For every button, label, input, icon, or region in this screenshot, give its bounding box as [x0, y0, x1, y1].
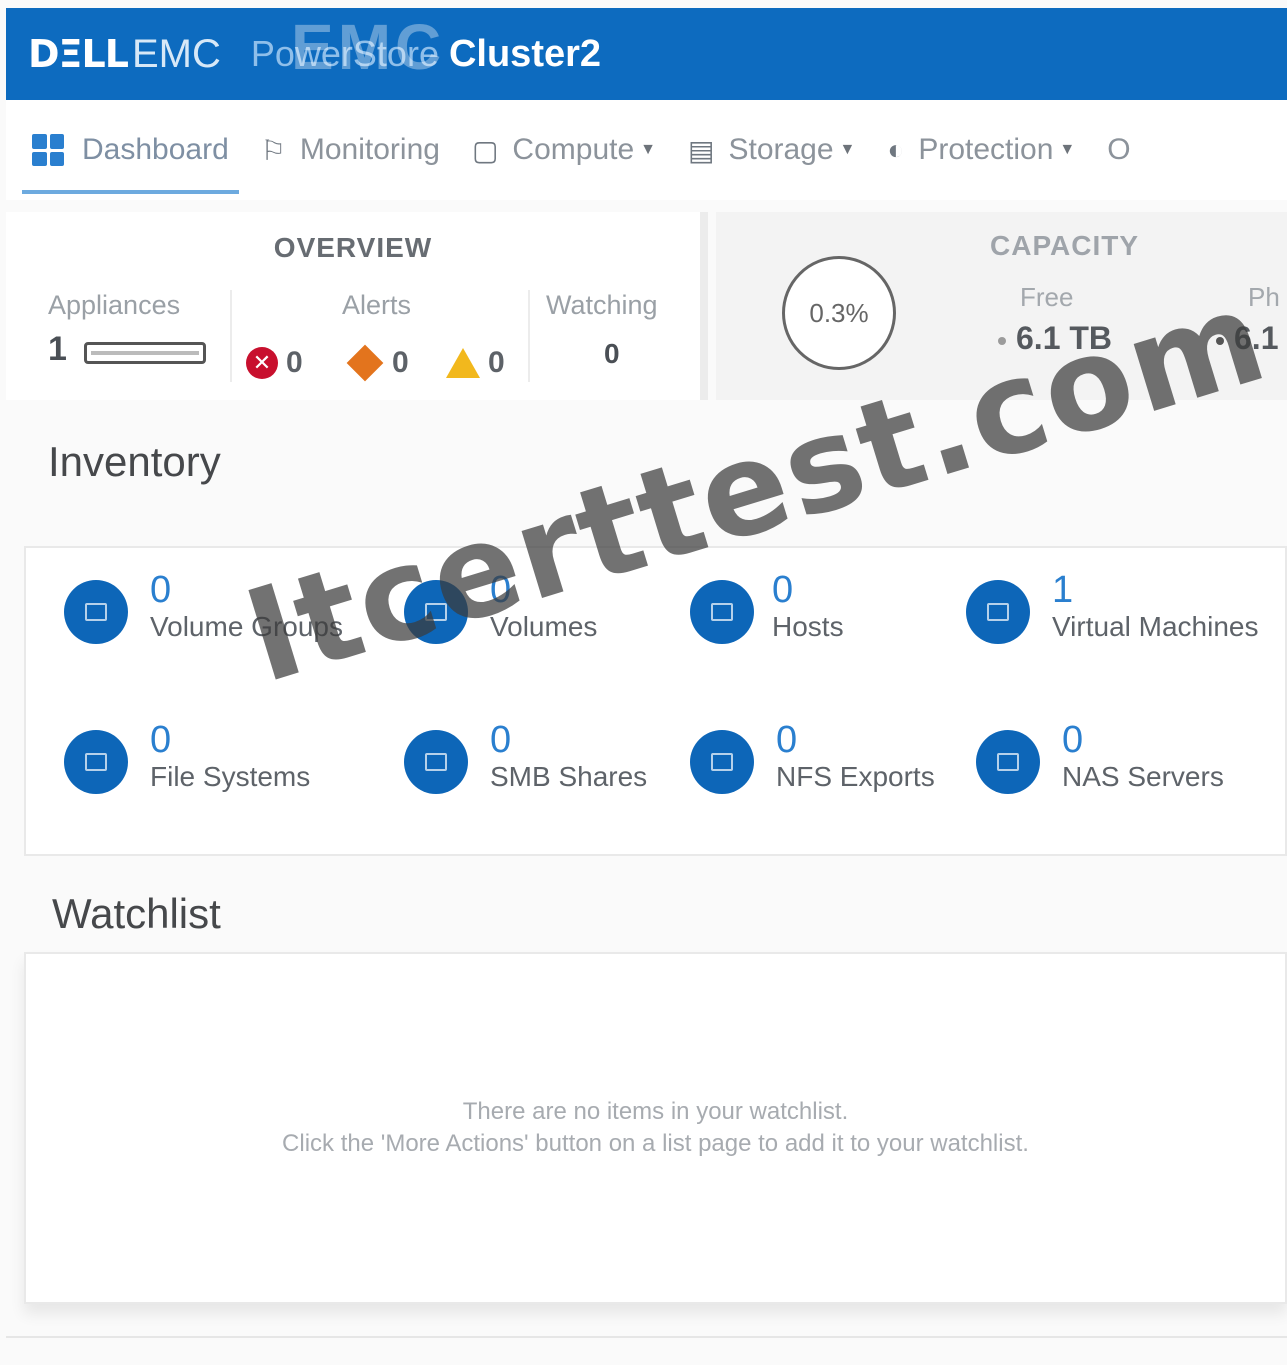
inventory-panel: 0 Volume Groups 0 Volumes 0 Hosts 1 Virtual …: [24, 546, 1287, 856]
tab-storage-label: Storage: [728, 133, 834, 166]
inventory-count: 0: [150, 569, 172, 611]
inventory-count: 0: [490, 569, 512, 611]
product-name: PowerStore: [250, 33, 439, 74]
tab-protection[interactable]: ◐ Protection ▼: [877, 120, 1085, 180]
watchlist-empty-message: There are no items in your watchlist.: [462, 1098, 849, 1125]
alerts-critical[interactable]: ✕ 0: [246, 346, 303, 380]
dell-logo: DΞLL: [28, 32, 129, 76]
virtual-machines-icon: [966, 580, 1030, 644]
inventory-count: 0: [776, 719, 798, 761]
inventory-item-nas-servers[interactable]: 0 NAS Servers: [976, 720, 1224, 794]
tab-monitoring[interactable]: ⚐ Monitoring: [251, 120, 450, 180]
inventory-count: 0: [772, 569, 794, 611]
alerts-critical-count: 0: [286, 346, 303, 379]
divider: [528, 290, 530, 382]
watchlist-title: Watchlist: [52, 890, 221, 937]
tab-dashboard-label: Dashboard: [82, 133, 229, 166]
nfs-exports-icon: [690, 730, 754, 794]
inventory-item-volumes[interactable]: 0 Volumes: [404, 570, 597, 644]
file-systems-icon: [64, 730, 128, 794]
compute-icon: ▢: [471, 134, 499, 166]
inventory-item-smb-shares[interactable]: 0 SMB Shares: [404, 720, 647, 794]
tab-storage[interactable]: ▤ Storage ▼: [678, 120, 865, 180]
inventory-count: 0: [1062, 719, 1084, 761]
inventory-item-virtual-machines[interactable]: 1 Virtual Machines: [966, 570, 1258, 644]
capacity-card: CAPACITY 0.3% Free 6.1 TB Ph 6.1: [716, 212, 1287, 400]
alerts-major[interactable]: 0: [346, 344, 409, 382]
inventory-item-hosts[interactable]: 0 Hosts: [690, 570, 844, 644]
physical-value-text: 6.1: [1234, 320, 1279, 356]
inventory-label: Virtual Machines: [1052, 611, 1259, 642]
inventory-item-nfs-exports[interactable]: 0 NFS Exports: [690, 720, 935, 794]
inventory-count: 0: [490, 719, 512, 761]
capacity-title: CAPACITY: [990, 230, 1140, 261]
footer-divider: [6, 1336, 1287, 1338]
chevron-down-icon: ▼: [640, 141, 656, 158]
critical-alert-icon: ✕: [246, 347, 278, 379]
inventory-count: 0: [150, 719, 172, 761]
flag-icon: ⚐: [260, 134, 286, 166]
appliance-icon: [84, 342, 206, 364]
app-header: DΞLL EMC PowerStore Cluster2 EMC: [6, 8, 1287, 100]
overview-title: OVERVIEW: [273, 232, 433, 263]
free-value-text: 6.1 TB: [1016, 320, 1113, 356]
watching-label: Watching: [546, 290, 658, 320]
free-legend-dot: [998, 336, 1006, 345]
inventory-label: Volume Groups: [150, 611, 343, 642]
appliances-count[interactable]: 1: [48, 330, 67, 369]
cluster-name: Cluster2: [448, 32, 602, 75]
nas-servers-icon: [976, 730, 1040, 794]
inventory-label: Hosts: [772, 611, 844, 642]
shield-icon: ◐: [887, 134, 905, 165]
main-nav: Dashboard ⚐ Monitoring ▢ Compute ▼ ▤ Sto…: [6, 100, 1287, 200]
inventory-label: File Systems: [150, 761, 311, 792]
tab-compute-label: Compute: [512, 133, 635, 166]
dashboard-icon: [32, 134, 64, 166]
tab-monitoring-label: Monitoring: [299, 133, 440, 166]
storage-icon: ▤: [688, 134, 715, 166]
warning-icon: [446, 348, 480, 378]
emc-logo: EMC: [131, 31, 221, 76]
alerts-label: Alerts: [342, 290, 412, 320]
alerts-major-count: 0: [392, 346, 409, 379]
volume-groups-icon: [64, 580, 128, 644]
inventory-label: NFS Exports: [776, 761, 935, 792]
physical-value: 6.1: [1216, 320, 1278, 357]
major-alert-icon: [346, 344, 384, 382]
tab-dashboard[interactable]: Dashboard: [22, 120, 239, 194]
smb-shares-icon: [404, 730, 468, 794]
inventory-label: SMB Shares: [490, 761, 648, 792]
inventory-count: 1: [1052, 569, 1074, 611]
tab-protection-label: Protection: [918, 133, 1054, 166]
divider: [230, 290, 232, 382]
inventory-item-file-systems[interactable]: 0 File Systems: [64, 720, 310, 794]
tab-compute[interactable]: ▢ Compute ▼: [462, 120, 666, 180]
inventory-item-volume-groups[interactable]: 0 Volume Groups: [64, 570, 343, 644]
chevron-down-icon: ▼: [839, 141, 856, 158]
tab-more-label: O: [1107, 133, 1131, 166]
inventory-label: NAS Servers: [1062, 761, 1224, 792]
inventory-title: Inventory: [48, 438, 221, 485]
free-value: 6.1 TB: [998, 320, 1112, 357]
appliances-label: Appliances: [48, 290, 181, 320]
physical-label: Ph: [1248, 282, 1280, 312]
chevron-down-icon: ▼: [1059, 141, 1076, 158]
volumes-icon: [404, 580, 468, 644]
overview-card: OVERVIEW Appliances 1 Alerts ✕ 0 0 0 Wat…: [6, 212, 708, 400]
watching-count[interactable]: 0: [604, 338, 620, 370]
physical-legend-dot: [1216, 336, 1224, 345]
alerts-minor-count: 0: [488, 346, 505, 379]
free-label: Free: [1020, 282, 1074, 312]
alerts-minor[interactable]: 0: [446, 346, 505, 380]
hosts-icon: [690, 580, 754, 644]
capacity-usage-ring: 0.3%: [782, 256, 896, 370]
watchlist-empty-hint: Click the 'More Actions' button on a lis…: [282, 1130, 1029, 1157]
watchlist-panel: There are no items in your watchlist. Cl…: [24, 952, 1287, 1304]
tab-more[interactable]: O: [1097, 120, 1140, 180]
inventory-label: Volumes: [490, 611, 598, 642]
